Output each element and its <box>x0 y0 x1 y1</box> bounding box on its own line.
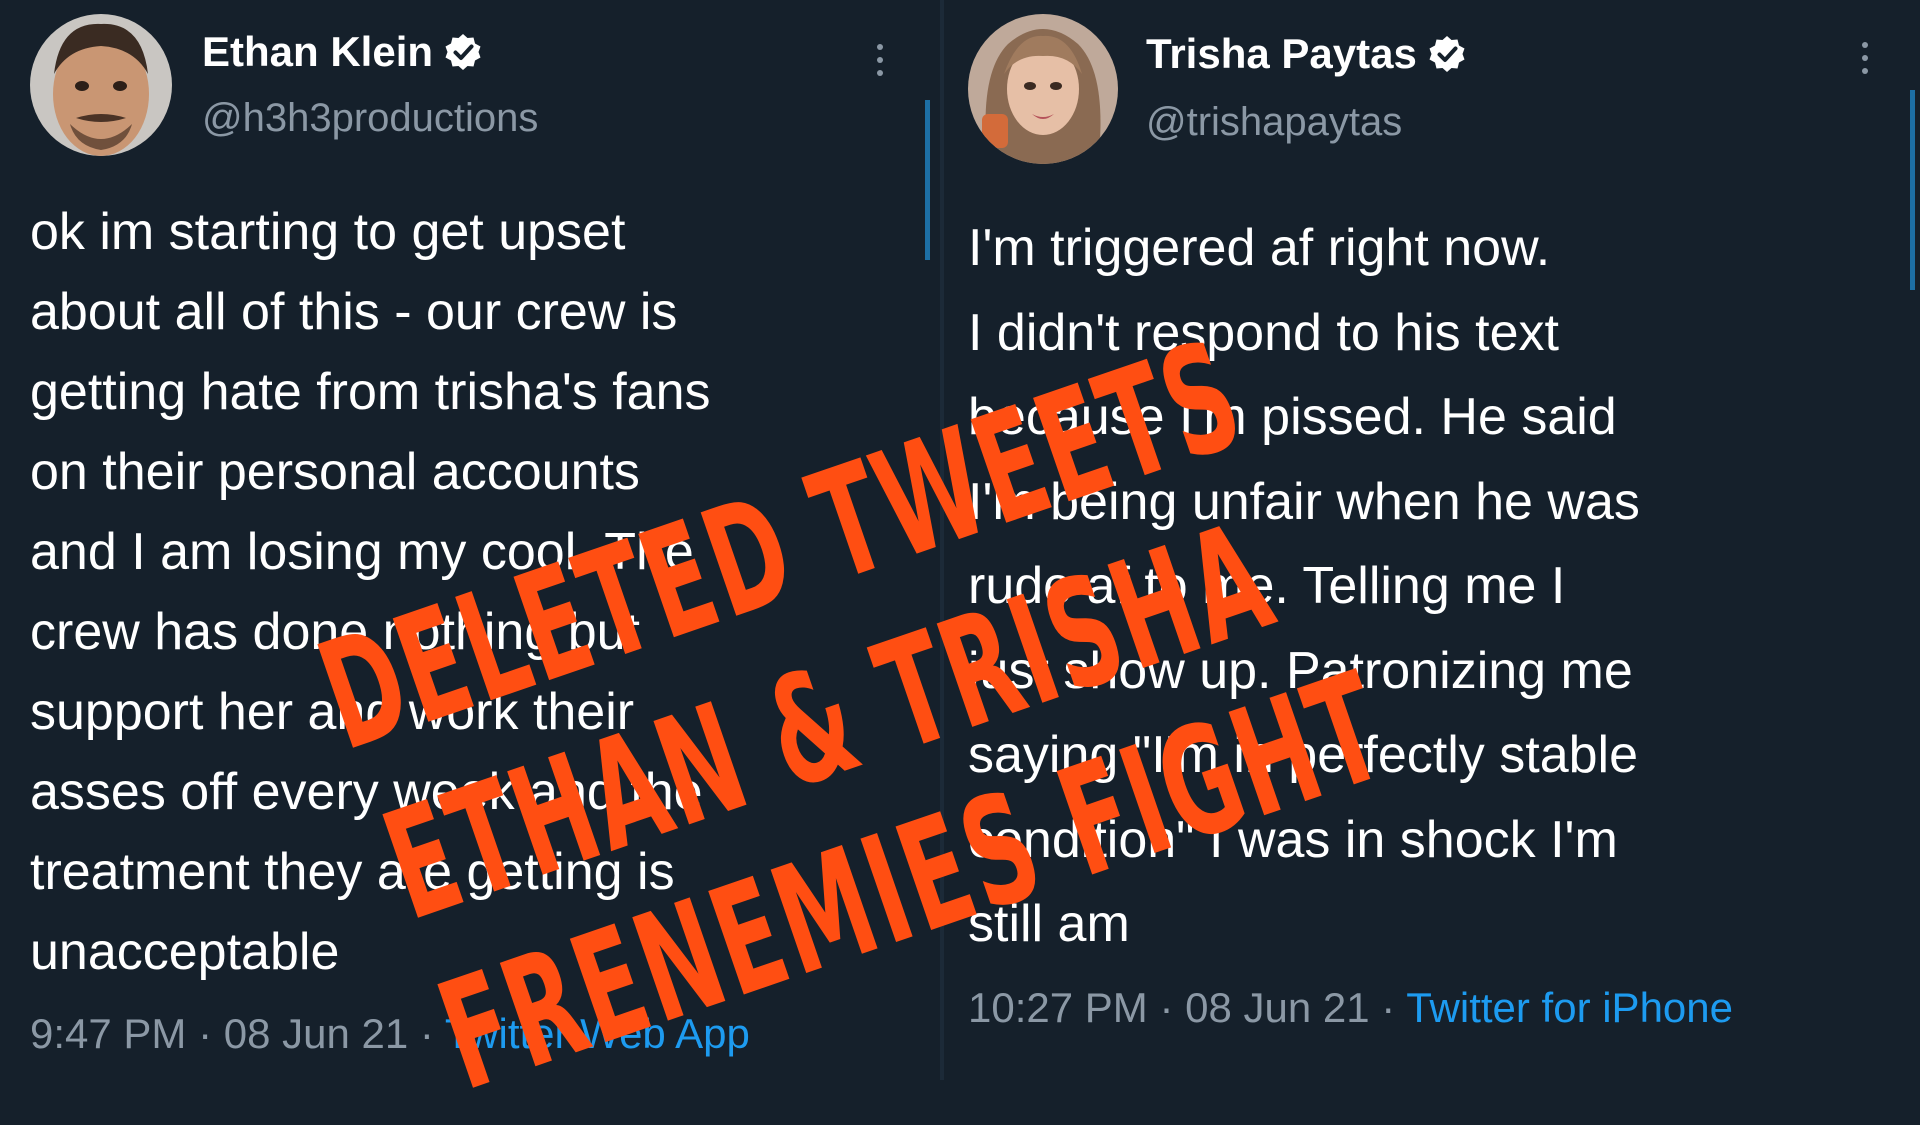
tweet-line: condition" I was in shock I'm <box>968 810 1618 869</box>
tweet-time[interactable]: 9:47 PM <box>30 1010 186 1057</box>
tweet-line: on their personal accounts <box>30 443 640 501</box>
tweet-meta-trisha: 10:27 PM · 08 Jun 21 · Twitter for iPhon… <box>968 984 1733 1031</box>
tweet-ethan: Ethan Klein @h3h3productions ok im start… <box>0 0 944 1080</box>
tweet-line: and I am losing my cool. The <box>30 523 694 581</box>
tweet-line: support her and work their <box>30 683 635 741</box>
more-options-icon[interactable] <box>875 44 885 76</box>
display-name-text: Trisha Paytas <box>1146 30 1417 77</box>
tweet-line: I didn't respond to his text <box>968 303 1559 362</box>
tweet-time[interactable]: 10:27 PM <box>968 984 1148 1031</box>
verified-badge-icon <box>1429 36 1465 72</box>
verified-badge-icon <box>445 34 481 70</box>
tweet-line: rude af to me. Telling me I <box>968 557 1566 615</box>
tweet-body-trisha: I'm triggered af right now. I didn't res… <box>968 206 1640 967</box>
tweet-line: saying "I'm in perfectly stable <box>968 726 1639 784</box>
display-name-ethan[interactable]: Ethan Klein <box>202 28 483 76</box>
tweet-date[interactable]: 08 Jun 21 <box>224 1010 409 1057</box>
handle-trisha[interactable]: @trishapaytas <box>1146 100 1402 145</box>
tweet-line: asses off every week and the <box>30 763 703 821</box>
tweet-date[interactable]: 08 Jun 21 <box>1185 984 1370 1031</box>
tweet-meta-ethan: 9:47 PM · 08 Jun 21 · Twitter Web App <box>30 1010 750 1057</box>
more-options-icon[interactable] <box>1860 42 1870 74</box>
tweet-source-link[interactable]: Twitter for iPhone <box>1406 984 1733 1031</box>
display-name-trisha[interactable]: Trisha Paytas <box>1146 30 1467 78</box>
display-name-text: Ethan Klein <box>202 28 434 75</box>
tweet-line: crew has done nothing but <box>30 603 640 661</box>
tweet-line: about all of this - our crew is <box>30 283 678 341</box>
thread-scroll-line <box>925 100 930 260</box>
avatar-ethan[interactable] <box>30 14 172 156</box>
tweet-line: just show up. Patronizing me <box>968 641 1633 700</box>
tweet-line: getting hate from trisha's fans <box>30 363 711 421</box>
tweet-body-ethan: ok im starting to get upset about all of… <box>30 192 711 992</box>
tweet-line: ok im starting to get upset <box>30 203 626 261</box>
tweet-line: still am <box>968 895 1130 953</box>
tweet-line: because I'm pissed. He said <box>968 388 1617 446</box>
handle-ethan[interactable]: @h3h3productions <box>202 96 538 141</box>
tweet-source-link[interactable]: Twitter Web App <box>445 1010 750 1057</box>
tweet-line: unacceptable <box>30 923 340 981</box>
tweet-line: treatment they are getting is <box>30 843 675 901</box>
avatar-trisha[interactable] <box>968 14 1118 164</box>
tweet-line: I'm being unfair when he was <box>968 472 1640 531</box>
tweet-line: I'm triggered af right now. <box>968 219 1551 277</box>
tweet-trisha: Trisha Paytas @trishapaytas I'm triggere… <box>944 0 1920 1080</box>
scrollbar-thumb[interactable] <box>1910 90 1915 290</box>
